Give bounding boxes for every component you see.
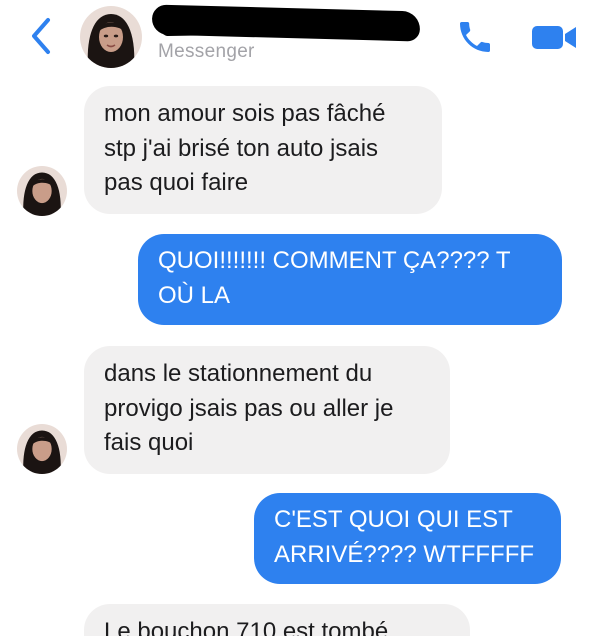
chat-header: Messenger [0,0,600,84]
contact-avatar[interactable] [80,6,142,68]
sender-avatar[interactable] [17,424,67,474]
incoming-message[interactable]: Le bouchon 710 est tombé [84,604,470,636]
video-call-button[interactable] [526,16,582,58]
avatar-photo [17,166,67,216]
incoming-message[interactable]: dans le stationnement du provigo jsais p… [84,346,450,474]
video-camera-icon [532,26,576,49]
header-subtitle: Messenger [158,41,255,62]
outgoing-message[interactable]: C'EST QUOI QUI EST ARRIVÉ???? WTFFFFF [254,493,561,584]
avatar-photo [80,6,142,68]
call-button[interactable] [452,14,498,60]
chevron-left-icon [32,18,50,54]
outgoing-message[interactable]: QUOI!!!!!!! COMMENT ÇA???? T OÙ LA [138,234,562,325]
back-button[interactable] [26,16,56,56]
avatar-photo [17,424,67,474]
incoming-message[interactable]: mon amour sois pas fâché stp j'ai brisé … [84,86,442,214]
sender-avatar[interactable] [17,166,67,216]
phone-icon [460,22,490,52]
